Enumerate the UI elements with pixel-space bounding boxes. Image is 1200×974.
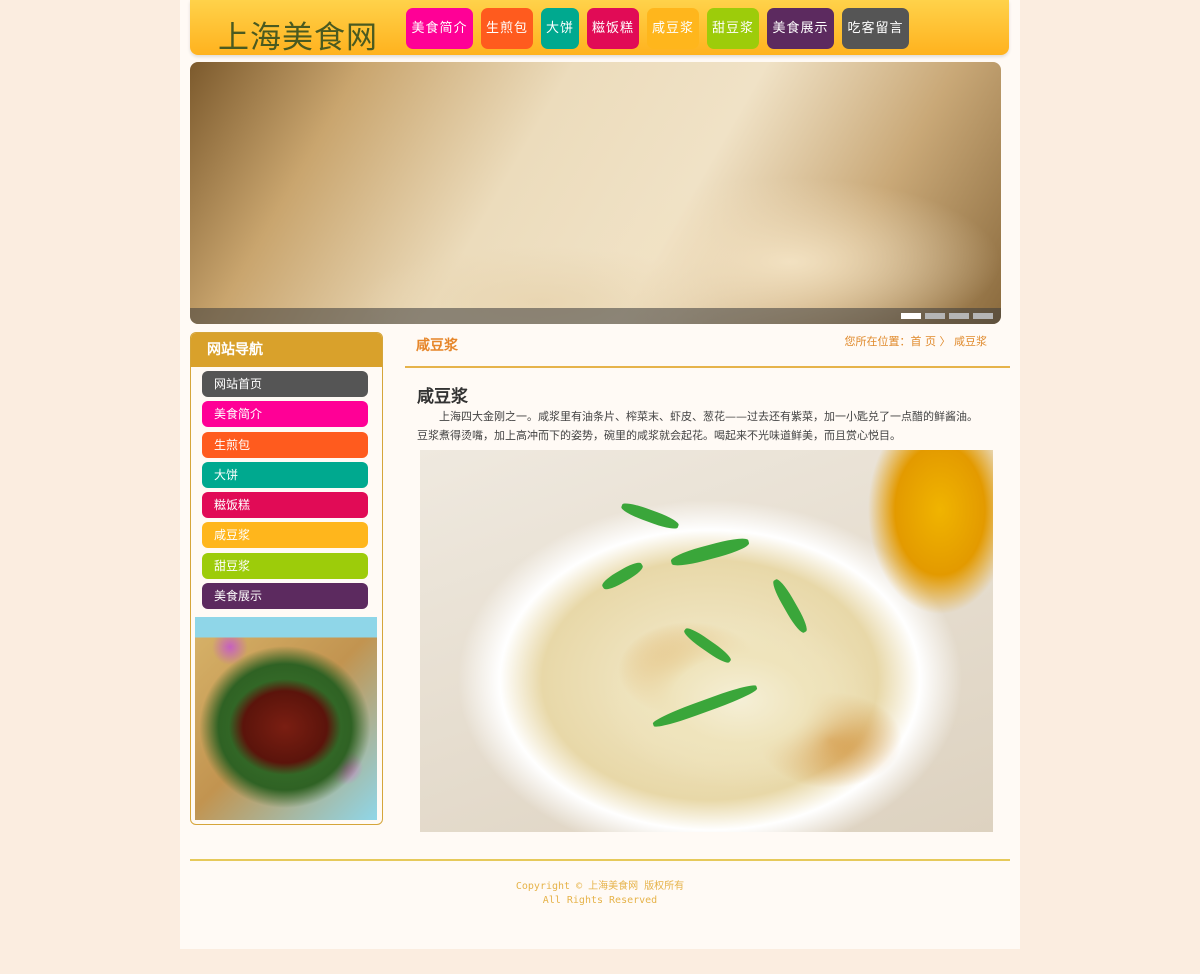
slideshow-dots	[897, 313, 993, 319]
slide-dot[interactable]	[925, 313, 945, 319]
nav-item[interactable]: 吃客留言	[842, 8, 909, 49]
breadcrumb: 您所在位置：首 页 〉 咸豆浆	[845, 333, 988, 349]
page-container: 上海美食网 美食简介 生煎包 大饼 糍饭糕 咸豆浆 甜豆浆 美食展示 吃客留言 网站导航 网站…	[180, 0, 1020, 949]
slide-dot[interactable]	[901, 313, 921, 319]
nav-item[interactable]: 大饼	[541, 8, 579, 49]
article-text: 上海四大金刚之一。咸浆里有油条片、榨菜末、虾皮、葱花——过去还有紫菜，加一小匙兑…	[417, 410, 978, 442]
footer-copyright: Copyright © 上海美食网 版权所有	[515, 881, 685, 892]
sidebar-item[interactable]: 生煎包	[202, 431, 368, 458]
content-divider	[405, 366, 1010, 368]
breadcrumb-prefix: 您所在位置：	[844, 335, 911, 348]
slideshow-bar	[190, 308, 1001, 324]
sidebar-item[interactable]: 网站首页	[202, 371, 368, 397]
main-nav: 美食简介 生煎包 大饼 糍饭糕 咸豆浆 甜豆浆 美食展示 吃客留言	[406, 8, 917, 49]
sidebar-title: 网站导航	[191, 333, 382, 367]
scallion-garnish	[669, 534, 751, 570]
nav-item[interactable]: 咸豆浆	[647, 8, 699, 49]
scallion-garnish	[651, 681, 759, 731]
sidebar-item[interactable]: 甜豆浆	[202, 552, 368, 579]
sidebar-item[interactable]: 大饼	[202, 461, 368, 488]
footer-divider	[190, 859, 1010, 861]
nav-item[interactable]: 美食展示	[767, 8, 834, 49]
sidebar-item[interactable]: 咸豆浆	[202, 522, 368, 549]
slide-dot[interactable]	[949, 313, 969, 319]
content-title: 咸豆浆	[416, 338, 458, 354]
banner-slideshow[interactable]	[190, 62, 1001, 324]
site-logo[interactable]: 上海美食网	[218, 12, 378, 57]
scallion-garnish	[600, 559, 645, 593]
sidebar-item[interactable]: 美食展示	[202, 583, 368, 610]
scallion-garnish	[619, 500, 681, 532]
scallion-garnish	[769, 577, 811, 635]
article-title: 咸豆浆	[417, 387, 468, 407]
nav-item[interactable]: 生煎包	[481, 8, 533, 49]
slide-dot[interactable]	[973, 313, 993, 319]
header: 上海美食网 美食简介 生煎包 大饼 糍饭糕 咸豆浆 甜豆浆 美食展示 吃客留言	[190, 0, 1009, 57]
breadcrumb-current: 咸豆浆	[954, 335, 987, 348]
nav-item[interactable]: 甜豆浆	[707, 8, 759, 49]
sidebar-nav: 网站首页美食简介生煎包大饼糍饭糕咸豆浆甜豆浆美食展示	[202, 371, 368, 613]
sidebar-item[interactable]: 美食简介	[202, 401, 368, 428]
breadcrumb-separator: 〉	[936, 335, 951, 348]
article-image	[420, 450, 993, 832]
footer-rights: All Rights Reserved	[542, 895, 658, 906]
breadcrumb-home-link[interactable]: 首 页	[911, 335, 937, 348]
sidebar-food-image	[195, 617, 377, 820]
nav-item[interactable]: 美食简介	[406, 8, 473, 49]
sidebar: 网站导航 网站首页美食简介生煎包大饼糍饭糕咸豆浆甜豆浆美食展示	[190, 332, 383, 825]
sidebar-item[interactable]: 糍饭糕	[202, 492, 368, 519]
scallion-garnish	[681, 625, 734, 666]
nav-item[interactable]: 糍饭糕	[587, 8, 639, 49]
